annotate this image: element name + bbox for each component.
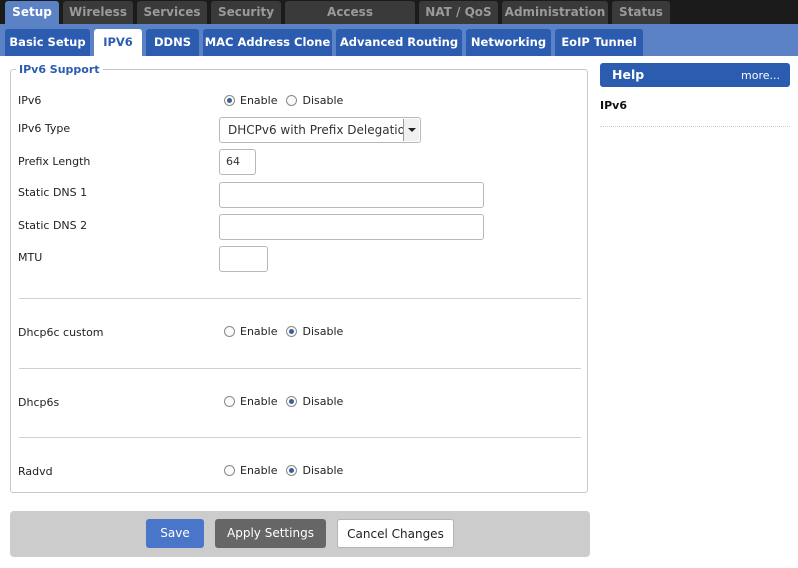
- static-dns1-input[interactable]: [219, 182, 484, 208]
- ipv6-disable-label: Disable: [302, 94, 344, 107]
- dhcp6c-disable-radio[interactable]: [286, 326, 298, 337]
- save-button[interactable]: Save: [146, 519, 204, 548]
- radvd-radio-group: Enable Disable: [224, 464, 352, 477]
- subtab-ipv6[interactable]: IPV6: [94, 29, 142, 56]
- mtu-label: MTU: [18, 251, 43, 264]
- tab-security[interactable]: Security: [211, 1, 281, 24]
- radvd-enable-radio[interactable]: [224, 465, 235, 476]
- help-topic: IPv6: [600, 99, 627, 112]
- static-dns2-label: Static DNS 2: [18, 219, 88, 232]
- divider: [19, 437, 581, 438]
- dhcp6s-disable-label: Disable: [302, 395, 344, 408]
- static-dns1-label: Static DNS 1: [18, 186, 88, 199]
- help-title: Help: [612, 67, 645, 82]
- ipv6-enable-radio[interactable]: [224, 95, 235, 106]
- ipv6-type-label: IPv6 Type: [18, 122, 71, 135]
- main-nav: Setup Wireless Services Security Access …: [0, 0, 798, 42]
- ipv6-enable-label: Enable: [240, 94, 278, 107]
- help-more-link[interactable]: more...: [741, 69, 780, 82]
- tab-services[interactable]: Services: [137, 1, 207, 24]
- ipv6-radio-group: Enable Disable: [224, 94, 352, 107]
- button-bar: Save Apply Settings Cancel Changes: [10, 511, 590, 557]
- dhcp6s-radio-group: Enable Disable: [224, 395, 352, 408]
- ipv6-type-value: DHCPv6 with Prefix Delegation: [228, 123, 413, 137]
- ipv6-label: IPv6: [18, 94, 42, 107]
- tab-status[interactable]: Status: [612, 1, 670, 24]
- dhcp6c-custom-label: Dhcp6c custom: [18, 326, 104, 339]
- help-divider: [600, 126, 790, 127]
- dhcp6c-disable-label: Disable: [302, 325, 344, 338]
- mtu-input[interactable]: [219, 246, 268, 272]
- sub-nav: Basic Setup IPV6 DDNS MAC Address Clone …: [0, 24, 798, 56]
- divider: [19, 298, 581, 299]
- subtab-advanced-routing[interactable]: Advanced Routing: [336, 29, 462, 56]
- tab-setup[interactable]: Setup: [5, 1, 59, 24]
- subtab-networking[interactable]: Networking: [466, 29, 551, 56]
- apply-settings-button[interactable]: Apply Settings: [215, 519, 326, 548]
- subtab-mac-address-clone[interactable]: MAC Address Clone: [203, 29, 332, 56]
- dhcp6c-custom-radio-group: Enable Disable: [224, 325, 352, 338]
- subtab-basic-setup[interactable]: Basic Setup: [5, 29, 90, 56]
- tab-administration[interactable]: Administration: [502, 1, 608, 24]
- dhcp6s-enable-radio[interactable]: [224, 396, 235, 407]
- divider: [19, 368, 581, 369]
- section-legend: IPv6 Support: [19, 63, 100, 76]
- ipv6-type-select[interactable]: DHCPv6 with Prefix Delegation: [219, 117, 421, 143]
- static-dns2-input[interactable]: [219, 214, 484, 240]
- subtab-eoip-tunnel[interactable]: EoIP Tunnel: [555, 29, 643, 56]
- cancel-changes-button[interactable]: Cancel Changes: [337, 519, 454, 548]
- tab-access-restrictions[interactable]: Access Restrictions: [285, 1, 415, 42]
- radvd-disable-label: Disable: [302, 464, 344, 477]
- radvd-enable-label: Enable: [240, 464, 278, 477]
- prefix-length-input[interactable]: 64: [219, 149, 256, 175]
- dhcp6c-enable-label: Enable: [240, 325, 278, 338]
- tab-wireless[interactable]: Wireless: [63, 1, 133, 24]
- radvd-disable-radio[interactable]: [286, 465, 298, 476]
- chevron-down-icon[interactable]: [403, 119, 419, 141]
- dhcp6s-disable-radio[interactable]: [286, 396, 298, 407]
- prefix-length-label: Prefix Length: [18, 155, 91, 168]
- dhcp6c-enable-radio[interactable]: [224, 326, 235, 337]
- dhcp6s-enable-label: Enable: [240, 395, 278, 408]
- subtab-ddns[interactable]: DDNS: [146, 29, 199, 56]
- tab-nat-qos[interactable]: NAT / QoS: [419, 1, 498, 24]
- help-header: Help more...: [600, 63, 790, 87]
- dhcp6s-label: Dhcp6s: [18, 396, 60, 409]
- radvd-label: Radvd: [18, 465, 53, 478]
- ipv6-disable-radio[interactable]: [286, 95, 298, 106]
